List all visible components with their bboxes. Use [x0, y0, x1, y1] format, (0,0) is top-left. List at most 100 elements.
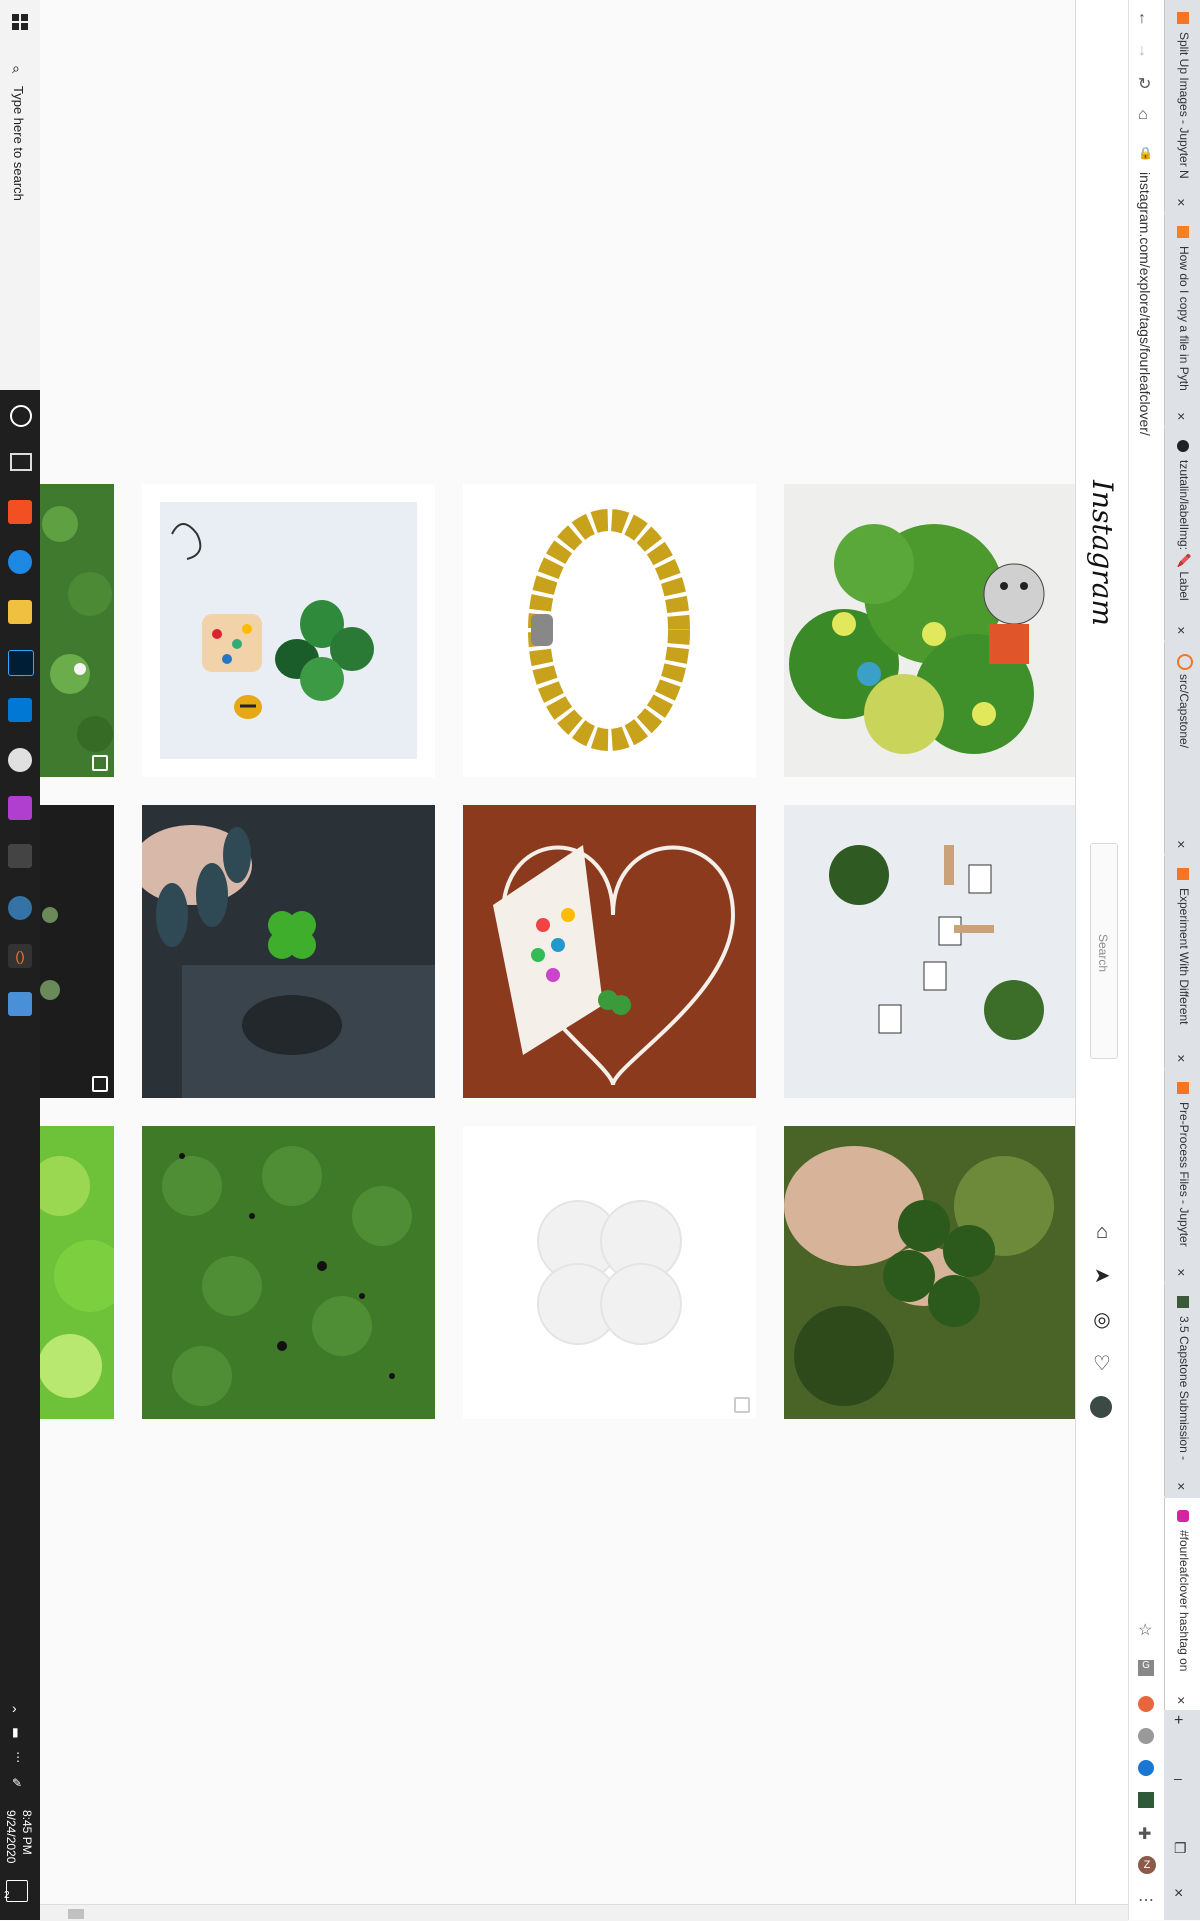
- jupyter-icon[interactable]: (): [8, 944, 32, 968]
- post-tile-clover-patch-partial[interactable]: [40, 484, 114, 777]
- extension-green-icon[interactable]: [1138, 1792, 1154, 1808]
- vscode-icon[interactable]: [8, 698, 32, 722]
- tab-label: 3.5 Capstone Submission -: [1177, 1316, 1191, 1461]
- lock-icon[interactable]: 🔒: [1138, 146, 1153, 160]
- address-bar-url[interactable]: instagram.com/explore/tags/fourleafclove…: [1137, 172, 1153, 436]
- post-tile-sea-glass-clover-art[interactable]: [142, 484, 435, 777]
- tab-label: Pre-Process Files - Jupyter: [1177, 1102, 1191, 1247]
- post-tile-gold-bead-bracelet[interactable]: [463, 484, 756, 777]
- tab-close-icon[interactable]: ×: [1177, 194, 1185, 210]
- browser-tab-active[interactable]: #fourleafclover hashtag on ×: [1164, 1498, 1200, 1710]
- network-icon[interactable]: ⋮: [12, 1750, 24, 1764]
- search-icon: ⌕: [12, 60, 20, 76]
- browser-tab[interactable]: Split Up Images - Jupyter N ×: [1164, 0, 1200, 212]
- restore-window-icon[interactable]: ❐: [1174, 1840, 1187, 1857]
- scrollbar-thumb[interactable]: [68, 1909, 84, 1919]
- pen-icon[interactable]: ✎: [12, 1776, 22, 1790]
- stackoverflow-favicon-icon: [1177, 226, 1189, 238]
- browser-menu-icon[interactable]: ⋯: [1138, 1890, 1154, 1910]
- python-icon[interactable]: [8, 896, 32, 920]
- jupyter-favicon-icon: [1177, 868, 1189, 880]
- jupyter-favicon-icon: [1177, 654, 1193, 670]
- chrome-browser-icon[interactable]: [8, 748, 32, 772]
- profile-icon[interactable]: Z: [1138, 1856, 1156, 1874]
- instagram-search-input[interactable]: Search: [1090, 843, 1118, 1059]
- file-explorer-icon[interactable]: [8, 600, 32, 624]
- activity-heart-icon[interactable]: ♡: [1090, 1352, 1114, 1376]
- home-icon[interactable]: ⌂: [1138, 106, 1148, 124]
- post-tile-heart-teacup-clover[interactable]: [463, 805, 756, 1098]
- post-tile-white-clover-shape[interactable]: [463, 1126, 756, 1419]
- extension-g-icon[interactable]: G: [1138, 1660, 1154, 1676]
- back-arrow-icon[interactable]: ↑: [1138, 10, 1146, 28]
- tab-label: #fourleafclover hashtag on: [1177, 1530, 1191, 1672]
- browser-tab[interactable]: 3.5 Capstone Submission - ×: [1164, 1284, 1200, 1496]
- extension-circle-icon[interactable]: [1138, 1728, 1154, 1744]
- browser-tab[interactable]: Pre-Process Files - Jupyter ×: [1164, 1070, 1200, 1282]
- browser-tab[interactable]: Experiment With Different ×: [1164, 856, 1200, 1068]
- tab-close-icon[interactable]: ×: [1177, 836, 1185, 852]
- post-tile-clover-mouse-drawing[interactable]: [784, 484, 1075, 777]
- multi-photo-icon: [734, 1397, 750, 1413]
- minimize-window-icon[interactable]: –: [1174, 1770, 1182, 1786]
- post-tile-clover-in-car-hand[interactable]: [142, 805, 435, 1098]
- instagram-explore-grid: [40, 0, 1075, 1904]
- browser-tab[interactable]: tzutalin/labelImg: 🖍️ Label ×: [1164, 428, 1200, 640]
- forward-arrow-icon[interactable]: ↓: [1138, 42, 1146, 60]
- show-hidden-icons-chevron-icon[interactable]: ›: [12, 1700, 17, 1716]
- battery-icon: ▮: [12, 1725, 19, 1739]
- taskbar-search-placeholder: Type here to search: [11, 86, 26, 201]
- tab-close-icon[interactable]: ×: [1177, 1050, 1185, 1066]
- browser-tab[interactable]: src/Capstone/ ×: [1164, 642, 1200, 854]
- photoshop-icon[interactable]: [8, 650, 34, 676]
- tab-label: How do I copy a file in Pyth: [1177, 246, 1191, 391]
- bookmark-star-icon[interactable]: ☆: [1138, 1620, 1152, 1640]
- tab-close-icon[interactable]: ×: [1177, 1478, 1185, 1494]
- post-tile-hand-holding-clover[interactable]: [784, 1126, 1075, 1419]
- extension-orange-icon[interactable]: [1138, 1696, 1154, 1712]
- browser-tab[interactable]: How do I copy a file in Pyth ×: [1164, 214, 1200, 426]
- jupyter-favicon-icon: [1177, 12, 1189, 24]
- cortana-icon[interactable]: [10, 405, 32, 427]
- store-app-icon[interactable]: [8, 500, 32, 524]
- profile-avatar[interactable]: [1090, 1396, 1112, 1418]
- taskbar-search-box[interactable]: ⌕ Type here to search: [0, 0, 40, 390]
- new-tab-plus-icon[interactable]: +: [1174, 1712, 1183, 1730]
- task-view-icon[interactable]: [10, 453, 32, 471]
- reload-icon[interactable]: ↻: [1138, 74, 1151, 94]
- tab-label: Experiment With Different: [1177, 888, 1191, 1025]
- tab-close-icon[interactable]: ×: [1177, 408, 1185, 424]
- taskbar-date: 9/24/2020: [4, 1810, 18, 1864]
- edge-browser-icon[interactable]: [8, 550, 32, 574]
- calculator-icon[interactable]: [8, 992, 32, 1016]
- search-placeholder: Search: [1096, 934, 1110, 973]
- instagram-logo[interactable]: Instagram: [1086, 480, 1119, 626]
- post-tile-clover-shirt-partial[interactable]: [40, 805, 114, 1098]
- notification-count-badge: 2: [4, 1890, 10, 1901]
- extensions-puzzle-icon[interactable]: ✚: [1138, 1824, 1151, 1844]
- github-favicon-icon: [1177, 440, 1189, 452]
- extension-blue-icon[interactable]: [1138, 1760, 1154, 1776]
- multi-photo-icon: [92, 755, 108, 771]
- post-tile-luck-letters-clovers[interactable]: [784, 805, 1075, 1098]
- instagram-favicon-icon: [1177, 1510, 1189, 1522]
- tab-label: src/Capstone/: [1177, 674, 1191, 749]
- explore-compass-icon[interactable]: ◎: [1090, 1308, 1114, 1332]
- browser-tab-strip: Split Up Images - Jupyter N × How do I c…: [1164, 0, 1200, 1920]
- post-tile-bright-clover-partial[interactable]: [40, 1126, 114, 1419]
- home-icon[interactable]: ⌂: [1090, 1220, 1114, 1244]
- horizontal-scrollbar[interactable]: [40, 1904, 1128, 1921]
- tab-label: tzutalin/labelImg: 🖍️ Label: [1177, 460, 1191, 601]
- tab-close-icon[interactable]: ×: [1177, 622, 1185, 638]
- onenote-icon[interactable]: [8, 796, 32, 820]
- tab-label: Split Up Images - Jupyter N: [1177, 32, 1191, 179]
- browser-toolbar: ↑ ↓ ↻ ⌂ 🔒 instagram.com/explore/tags/fou…: [1128, 0, 1166, 1920]
- terminal-icon[interactable]: [8, 844, 32, 868]
- windows-start-icon[interactable]: [10, 12, 30, 32]
- taskbar-time: 8:45 PM: [20, 1810, 34, 1855]
- direct-message-icon[interactable]: ➤: [1090, 1264, 1114, 1288]
- close-window-icon[interactable]: ×: [1174, 1885, 1183, 1903]
- post-tile-green-pattern-clover[interactable]: [142, 1126, 435, 1419]
- tab-close-icon[interactable]: ×: [1177, 1264, 1185, 1280]
- tab-close-icon[interactable]: ×: [1177, 1692, 1185, 1708]
